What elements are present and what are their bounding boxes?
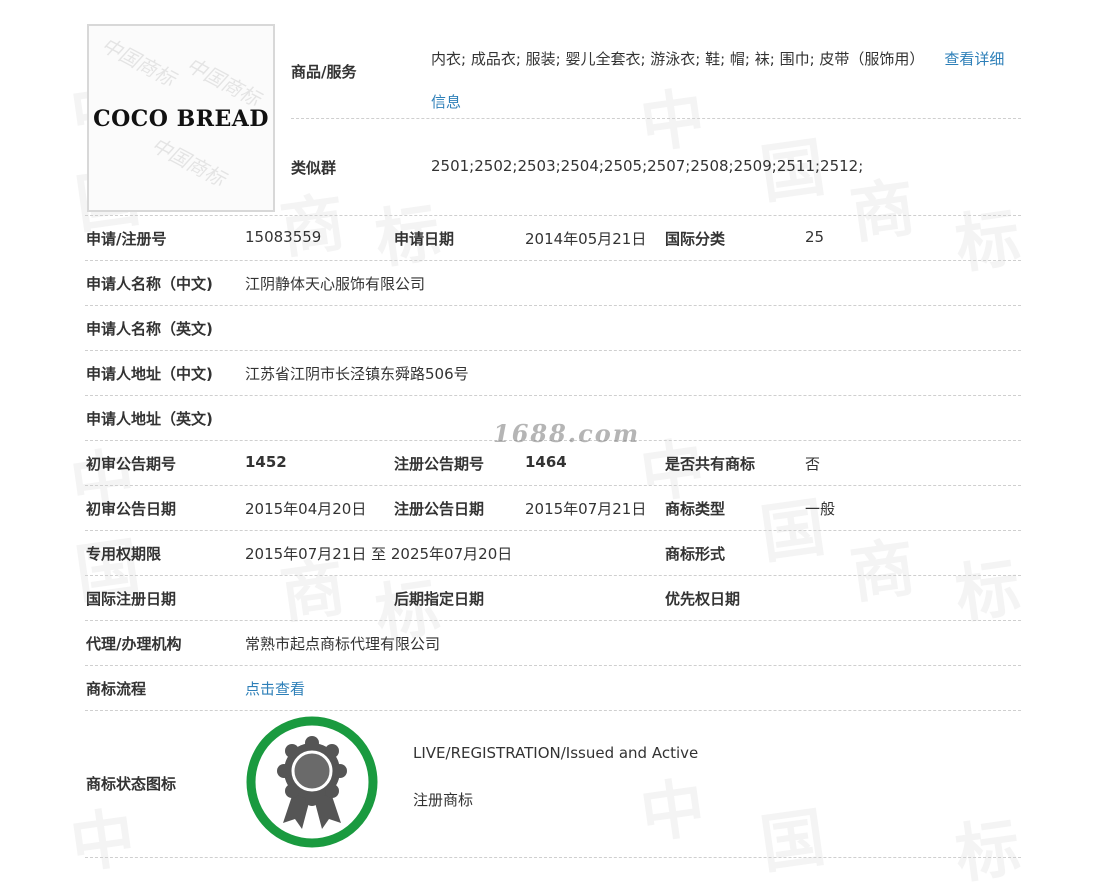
divider [291,118,1021,119]
info-row: 申请人名称（中文) 江阴静体天心服饰有限公司 [85,261,1021,306]
info-row: 商标流程 点击查看 [85,666,1021,711]
tm-type-value: 一般 [805,500,836,518]
apply-date-value: 2014年05月21日 [525,230,647,248]
address-cn-label: 申请人地址（中文) [86,365,213,383]
intl-class-value: 25 [805,228,825,246]
info-row: 专用权期限 2015年07月21日 至 2025年07月20日 商标形式 [85,531,1021,576]
similar-group-label: 类似群 [291,159,337,177]
view-detail-link[interactable]: 查看详细 [944,50,1004,68]
process-label: 商标流程 [86,680,147,698]
status-row: 商标状态图标 LIVE/REGISTRATION/Issued and Acti… [85,710,1021,858]
priority-date-label: 优先权日期 [665,590,741,608]
logo-wordmark: COCO BREAD [93,106,269,132]
reg-date-value: 2015年07月21日 [525,500,647,518]
prelim-date-label: 初审公告日期 [86,500,177,518]
prelim-issue-value: 1452 [245,453,287,471]
agent-label: 代理/办理机构 [86,635,182,653]
reg-no-value: 15083559 [245,228,322,246]
applicant-cn-label: 申请人名称（中文) [86,275,213,293]
tm-form-label: 商标形式 [665,545,726,563]
shared-label: 是否共有商标 [665,455,756,473]
info-row: 初审公告日期 2015年04月20日 注册公告日期 2015年07月21日 商标… [85,486,1021,531]
status-icon-label: 商标状态图标 [86,775,177,793]
info-row: 国际注册日期 后期指定日期 优先权日期 [85,576,1021,621]
view-detail-link-cont[interactable]: 信息 [431,93,461,111]
logo-watermark: 中国商标 [97,32,180,92]
reg-no-label: 申请/注册号 [86,230,167,248]
trademark-detail: 中国商标 中国商标 中国商标 COCO BREAD 商品/服务 内衣; 成品衣;… [0,0,1117,859]
info-row: 申请人地址（中文) 江苏省江阴市长泾镇东舜路506号 [85,351,1021,396]
exclusive-period-label: 专用权期限 [86,545,162,563]
similar-group-value: 2501;2502;2503;2504;2505;2507;2508;2509;… [431,157,864,175]
applicant-en-label: 申请人名称（英文) [86,320,213,338]
status-chinese: 注册商标 [413,791,474,809]
reg-issue-value: 1464 [525,453,567,471]
address-en-label: 申请人地址（英文) [86,410,213,428]
logo-watermark: 中国商标 [182,52,265,112]
logo-watermark: 中国商标 [147,132,230,192]
applicant-cn-value: 江阴静体天心服饰有限公司 [245,275,426,293]
prelim-date-value: 2015年04月20日 [245,500,367,518]
view-process-link[interactable]: 点击查看 [245,678,305,699]
reg-date-label: 注册公告日期 [394,500,485,518]
trademark-logo-image: 中国商标 中国商标 中国商标 COCO BREAD [87,24,275,212]
info-row: 申请人名称（英文) [85,306,1021,351]
goods-label: 商品/服务 [291,63,357,81]
registered-medal-icon [246,716,378,848]
intl-class-label: 国际分类 [665,230,726,248]
address-cn-value: 江苏省江阴市长泾镇东舜路506号 [245,365,469,383]
intl-reg-date-label: 国际注册日期 [86,590,177,608]
exclusive-period-value: 2015年07月21日 至 2025年07月20日 [245,545,513,563]
shared-value: 否 [805,455,821,473]
agent-value: 常熟市起点商标代理有限公司 [245,635,441,653]
later-designation-label: 后期指定日期 [394,590,485,608]
goods-value: 内衣; 成品衣; 服装; 婴儿全套衣; 游泳衣; 鞋; 帽; 袜; 围巾; 皮带… [431,38,1021,124]
apply-date-label: 申请日期 [394,230,455,248]
status-english: LIVE/REGISTRATION/Issued and Active [413,744,699,762]
goods-list: 内衣; 成品衣; 服装; 婴儿全套衣; 游泳衣; 鞋; 帽; 袜; 围巾; 皮带… [431,50,925,68]
prelim-issue-label: 初审公告期号 [86,455,177,473]
site-watermark: 1688.com [493,419,641,448]
info-row: 代理/办理机构 常熟市起点商标代理有限公司 [85,621,1021,666]
reg-issue-label: 注册公告期号 [394,455,485,473]
tm-type-label: 商标类型 [665,500,726,518]
info-row: 申请/注册号 15083559 申请日期 2014年05月21日 国际分类 25 [85,216,1021,261]
